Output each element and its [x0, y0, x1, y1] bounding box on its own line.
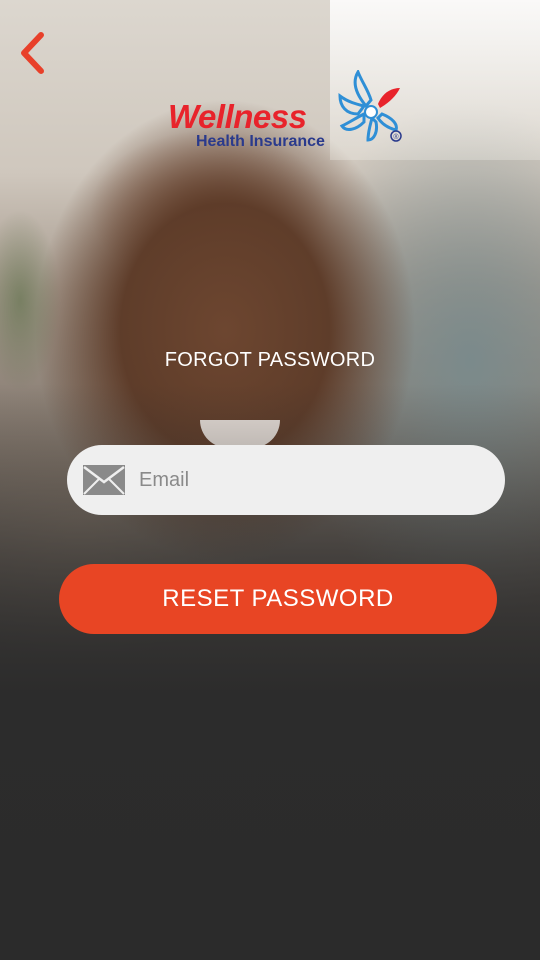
flower-icon: ®	[338, 70, 402, 142]
chevron-left-icon	[21, 32, 44, 74]
email-field[interactable]	[67, 445, 505, 515]
back-button[interactable]	[12, 30, 52, 76]
logo-subtitle: Health Insurance	[196, 133, 325, 150]
forgot-password-screen: Wellness Health Insurance ® FORGOT PASSW…	[0, 0, 540, 960]
registered-mark: ®	[393, 133, 399, 141]
reset-password-button[interactable]: RESET PASSWORD	[59, 564, 497, 634]
page-title: FORGOT PASSWORD	[164, 349, 376, 371]
envelope-icon	[81, 463, 127, 497]
email-input[interactable]	[137, 459, 481, 501]
logo-wordmark: Wellness	[168, 98, 307, 135]
wellness-logo: Wellness Health Insurance ®	[166, 70, 406, 160]
